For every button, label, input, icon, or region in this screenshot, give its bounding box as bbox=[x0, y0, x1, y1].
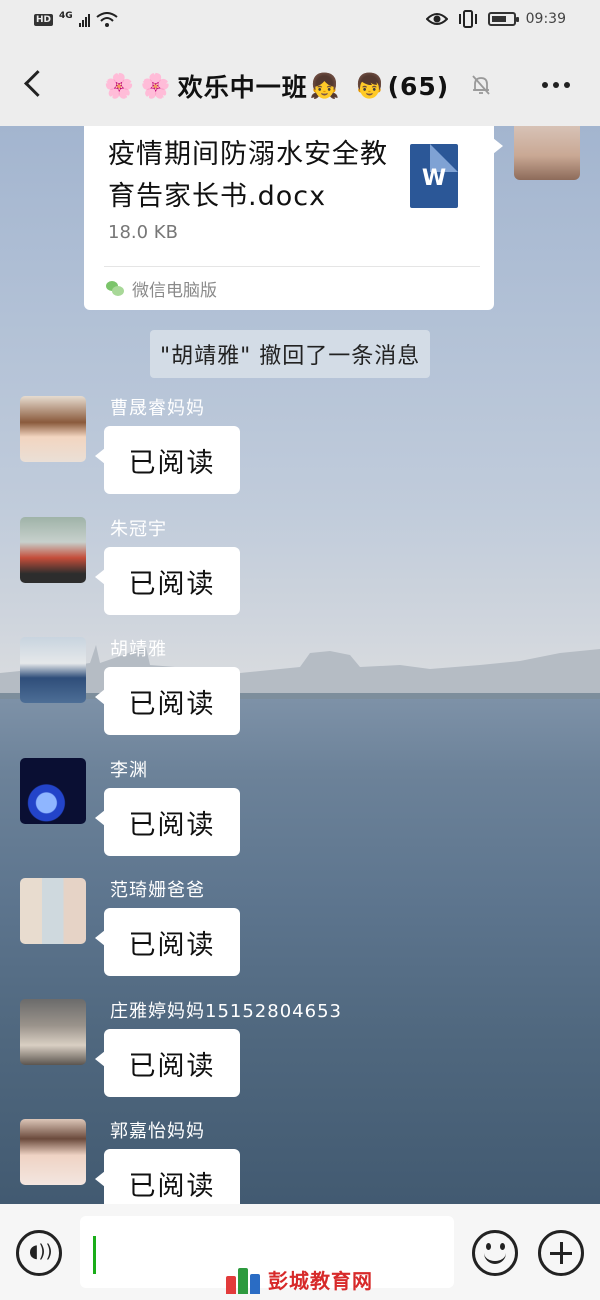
avatar[interactable] bbox=[20, 999, 86, 1065]
message-row: 李渊 已阅读 bbox=[0, 758, 600, 870]
sender-name: 朱冠宇 bbox=[110, 519, 167, 540]
mute-bell-icon bbox=[472, 75, 490, 95]
eye-icon bbox=[425, 13, 448, 25]
message-bubble[interactable]: 已阅读 bbox=[95, 547, 240, 615]
title-emoji-flower-2: 🌸 bbox=[140, 72, 172, 100]
message-bubble[interactable]: 已阅读 bbox=[95, 908, 240, 976]
file-message-bubble[interactable]: 疫情期间防溺水安全教育告家长书.docx 18.0 KB W 微信电脑版 bbox=[84, 126, 503, 310]
avatar[interactable] bbox=[20, 396, 86, 462]
status-right: 09:39 bbox=[425, 10, 566, 28]
chat-title[interactable]: 🌸 🌸 欢乐中一班 👧 👦 (65) bbox=[104, 66, 449, 106]
sender-name: 曹晟睿妈妈 bbox=[110, 398, 205, 419]
signal-icon bbox=[78, 13, 90, 27]
wechat-icon bbox=[106, 280, 124, 297]
word-doc-icon: W bbox=[410, 144, 458, 208]
title-emoji-boy: 👦 bbox=[354, 72, 386, 100]
more-icon[interactable] bbox=[542, 82, 570, 88]
status-bar: HD 4G 09:39 bbox=[0, 0, 600, 44]
member-count: (65) bbox=[387, 71, 450, 101]
text-caret bbox=[93, 1236, 96, 1274]
message-bubble[interactable]: 已阅读 bbox=[95, 1029, 240, 1097]
sender-name: 胡靖雅 bbox=[110, 639, 167, 660]
message-bubble[interactable]: 已阅读 bbox=[95, 667, 240, 735]
message-row: 范琦姗爸爸 已阅读 bbox=[0, 878, 600, 990]
message-bubble[interactable]: 已阅读 bbox=[95, 788, 240, 856]
file-source-label: 微信电脑版 bbox=[132, 281, 217, 301]
avatar[interactable] bbox=[20, 1119, 86, 1185]
avatar[interactable] bbox=[20, 878, 86, 944]
avatar[interactable] bbox=[20, 758, 86, 824]
watermark: 彭城教育网 bbox=[226, 1264, 373, 1294]
message-bubble[interactable]: 已阅读 bbox=[95, 426, 240, 494]
avatar[interactable] bbox=[20, 637, 86, 703]
title-emoji-flower-1: 🌸 bbox=[104, 72, 135, 100]
plus-icon[interactable] bbox=[538, 1230, 584, 1276]
message-row: 朱冠宇 已阅读 bbox=[0, 517, 600, 629]
status-left: HD 4G bbox=[34, 11, 118, 28]
wifi-icon bbox=[96, 12, 118, 27]
watermark-logo-icon bbox=[226, 1264, 262, 1294]
message-bubble[interactable]: 已阅读 bbox=[95, 1149, 240, 1204]
clock: 09:39 bbox=[525, 11, 566, 27]
hd-icon: HD bbox=[34, 14, 54, 26]
recall-notice: "胡靖雅" 撤回了一条消息 bbox=[150, 330, 431, 378]
message-row: 胡靖雅 已阅读 bbox=[0, 637, 600, 749]
vibrate-icon bbox=[458, 10, 477, 28]
battery-icon bbox=[487, 12, 519, 26]
file-name: 疫情期间防溺水安全教育告家长书.docx bbox=[108, 139, 388, 212]
network-type: 4G bbox=[59, 11, 73, 21]
sender-name: 庄雅婷妈妈15152804653 bbox=[110, 1001, 342, 1022]
watermark-text: 彭城教育网 bbox=[268, 1268, 373, 1293]
sender-name: 李渊 bbox=[110, 760, 148, 781]
message-row: 曹晟睿妈妈 已阅读 bbox=[0, 396, 600, 508]
voice-icon[interactable]: ◖)) bbox=[16, 1230, 62, 1276]
back-icon[interactable] bbox=[18, 66, 52, 102]
message-row: 郭嘉怡妈妈 已阅读 bbox=[0, 1119, 600, 1204]
sender-name: 范琦姗爸爸 bbox=[110, 880, 205, 901]
self-avatar[interactable] bbox=[514, 126, 580, 180]
divider bbox=[104, 266, 480, 267]
avatar[interactable] bbox=[20, 517, 86, 583]
file-source: 微信电脑版 bbox=[106, 276, 217, 301]
group-name: 欢乐中一班 bbox=[177, 73, 308, 102]
file-size: 18.0 KB bbox=[108, 222, 178, 243]
chat-message-list[interactable]: 疫情期间防溺水安全教育告家长书.docx 18.0 KB W 微信电脑版 "胡靖… bbox=[0, 126, 600, 1204]
message-row: 庄雅婷妈妈15152804653 已阅读 bbox=[0, 999, 600, 1111]
emoji-icon[interactable] bbox=[472, 1230, 518, 1276]
sender-name: 郭嘉怡妈妈 bbox=[110, 1121, 205, 1142]
title-emoji-girl: 👧 bbox=[309, 72, 341, 100]
chat-header: 🌸 🌸 欢乐中一班 👧 👦 (65) bbox=[0, 44, 600, 126]
